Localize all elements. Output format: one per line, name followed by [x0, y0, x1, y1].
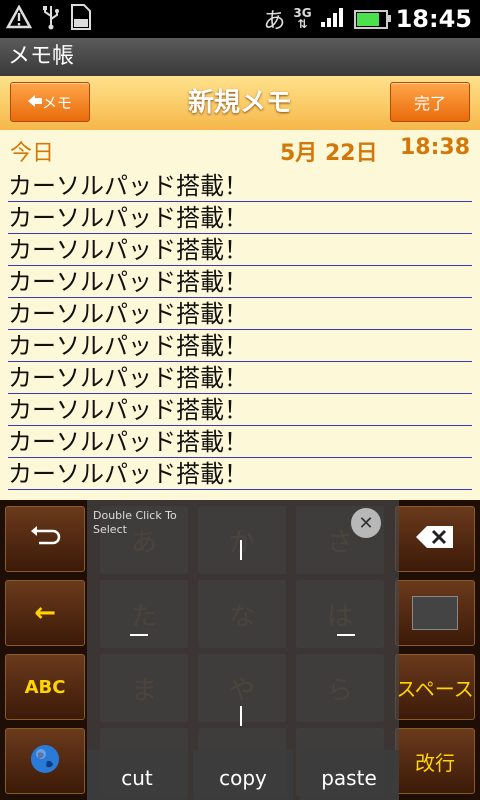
blank-key[interactable]: [395, 580, 475, 646]
space-label: スペース: [396, 676, 474, 701]
close-cursor-pad-button[interactable]: ✕: [351, 508, 381, 538]
paste-button[interactable]: paste: [299, 750, 399, 800]
cursor-up-marker: [240, 540, 242, 560]
cursor-pad-actions: cut copy paste: [87, 750, 399, 800]
backspace-icon: [415, 524, 455, 554]
memo-line: カーソルパッド搭載！: [8, 362, 472, 394]
abc-mode-key[interactable]: ABC: [5, 654, 85, 720]
sd-card-icon: [70, 3, 92, 35]
memo-day-label: 今日: [10, 141, 55, 166]
undo-key[interactable]: [5, 506, 85, 572]
battery-icon: [353, 9, 391, 29]
app-title: メモ帳: [8, 44, 75, 69]
memo-line: カーソルパッド搭載！: [8, 298, 472, 330]
memo-line: カーソルパッド搭載！: [8, 170, 472, 202]
status-time: 18:45: [395, 5, 472, 33]
memo-text[interactable]: カーソルパッド搭載！ カーソルパッド搭載！ カーソルパッド搭載！ カーソルパッド…: [0, 170, 480, 490]
globe-key[interactable]: [5, 728, 85, 794]
app-title-bar: メモ帳: [0, 38, 480, 76]
memo-date: 5月 22日: [280, 141, 378, 166]
left-arrow-label: ←: [34, 598, 56, 628]
blank-key-icon: [412, 596, 458, 630]
cut-button[interactable]: cut: [87, 750, 187, 800]
ime-indicator: あ: [263, 9, 286, 34]
memo-line: カーソルパッド搭載！: [8, 394, 472, 426]
memo-line: カーソルパッド搭載！: [8, 266, 472, 298]
status-bar: あ 3G ⇅ 18:45: [0, 0, 480, 38]
cursor-pad-hint: Double Click To Select: [93, 509, 177, 536]
usb-icon: [42, 4, 60, 34]
memo-editor[interactable]: 今日 5月 22日 18:38 カーソルパッド搭載！ カーソルパッド搭載！ カー…: [0, 130, 480, 500]
backspace-key[interactable]: [395, 506, 475, 572]
enter-key[interactable]: 改行: [395, 728, 475, 794]
memo-line: カーソルパッド搭載！: [8, 426, 472, 458]
cursor-left-marker: [130, 634, 148, 636]
enter-label: 改行: [415, 750, 455, 775]
undo-icon: [29, 525, 61, 553]
cursor-pad[interactable]: Double Click To Select ✕ cut copy paste: [87, 500, 399, 800]
space-key[interactable]: スペース: [395, 654, 475, 720]
cursor-left-key[interactable]: ←: [5, 580, 85, 646]
close-icon: ✕: [358, 512, 374, 534]
signal-icon: [320, 6, 346, 32]
abc-label: ABC: [24, 676, 66, 698]
copy-button[interactable]: copy: [193, 750, 293, 800]
memo-line: カーソルパッド搭載！: [8, 330, 472, 362]
memo-line: カーソルパッド搭載！: [8, 202, 472, 234]
globe-icon: [29, 743, 61, 779]
memo-date-line: 今日 5月 22日 18:38: [0, 130, 480, 166]
cursor-down-marker: [240, 706, 242, 726]
memo-time: 18:38: [399, 135, 470, 160]
done-button[interactable]: 完了: [390, 82, 470, 122]
cursor-right-marker: [337, 634, 355, 636]
memo-header: メモ 新規メモ 完了: [0, 76, 480, 131]
network-indicator: 3G ⇅: [293, 6, 312, 31]
memo-line: カーソルパッド搭載！: [8, 458, 472, 490]
memo-line: カーソルパッド搭載！: [8, 234, 472, 266]
warning-icon: [5, 4, 33, 33]
